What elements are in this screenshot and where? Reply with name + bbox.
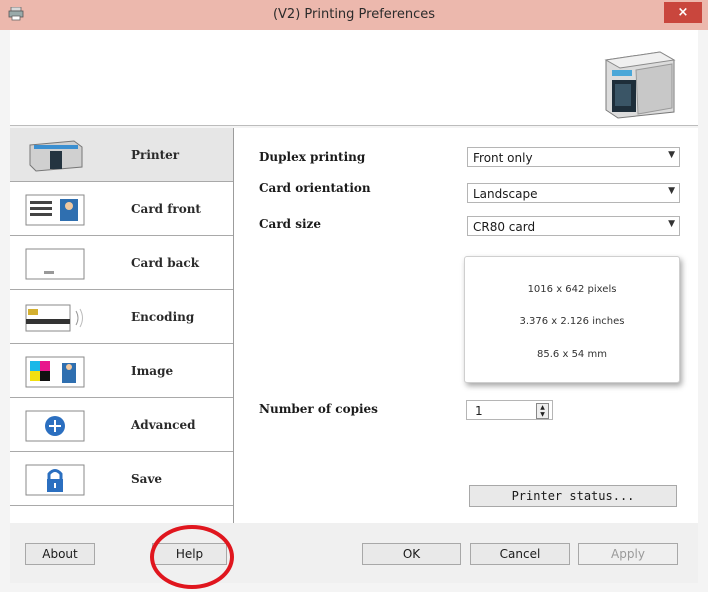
advanced-icon [25,410,85,442]
card-front-icon [25,194,85,226]
sidebar-item-label: Encoding [131,310,195,324]
help-highlight-circle [150,525,234,589]
dialog-button-bar: About Help OK Cancel Apply [10,523,698,583]
card-back-icon [25,248,85,280]
sidebar-item-card-front[interactable]: Card front [10,182,233,236]
card-printer-image-icon [604,51,676,119]
printer-icon [29,140,83,172]
card-size-select[interactable]: CR80 card ▼ [467,216,680,236]
preview-inches: 3.376 x 2.126 inches [519,316,625,327]
about-button[interactable]: About [25,543,95,565]
sidebar-item-image[interactable]: Image [10,344,233,398]
orientation-select[interactable]: Landscape ▼ [467,183,680,203]
sidebar-item-label: Card front [131,202,201,216]
image-icon [25,356,85,388]
copies-stepper[interactable]: 1 ▲ ▼ [466,400,553,420]
sidebar-item-label: Save [131,472,163,486]
ok-button[interactable]: OK [362,543,461,565]
duplex-label: Duplex printing [259,150,366,164]
chevron-down-icon: ▼ [668,186,675,196]
title-bar: (V2) Printing Preferences × [0,0,708,30]
spin-arrows-icon[interactable]: ▲ ▼ [536,403,549,419]
copies-label: Number of copies [259,402,378,416]
cancel-button[interactable]: Cancel [470,543,570,565]
preview-mm: 85.6 x 54 mm [537,349,607,360]
sidebar-item-encoding[interactable]: Encoding [10,290,233,344]
sidebar-item-label: Image [131,364,174,378]
card-size-label: Card size [259,217,321,231]
sidebar-item-label: Card back [131,256,200,270]
printing-preferences-window: (V2) Printing Preferences × Printer Card… [0,0,708,592]
lock-icon [25,464,85,496]
sidebar-item-label: Printer [131,148,180,162]
orientation-label: Card orientation [259,181,371,195]
header-banner [10,30,698,126]
card-size-value: CR80 card [473,220,536,234]
sidebar-item-label: Advanced [131,418,196,432]
window-title: (V2) Printing Preferences [272,7,436,22]
sidebar: Printer Card front Card back Encoding Im… [10,128,234,523]
apply-button[interactable]: Apply [578,543,678,565]
sidebar-item-advanced[interactable]: Advanced [10,398,233,452]
close-button[interactable]: × [664,2,702,23]
orientation-value: Landscape [473,187,538,201]
encoding-icon [25,304,83,332]
duplex-value: Front only [473,151,533,165]
preview-pixels: 1016 x 642 pixels [527,284,617,295]
chevron-down-icon: ▼ [668,150,675,160]
chevron-down-icon: ▼ [668,219,675,229]
sidebar-item-save[interactable]: Save [10,452,233,506]
card-size-preview: 1016 x 642 pixels 3.376 x 2.126 inches 8… [464,256,680,383]
duplex-select[interactable]: Front only ▼ [467,147,680,167]
sidebar-item-printer[interactable]: Printer [10,128,233,182]
sidebar-item-card-back[interactable]: Card back [10,236,233,290]
printer-status-button[interactable]: Printer status... [469,485,677,507]
printer-settings-panel: Duplex printing Front only ▼ Card orient… [234,128,698,523]
copies-value: 1 [475,404,483,418]
